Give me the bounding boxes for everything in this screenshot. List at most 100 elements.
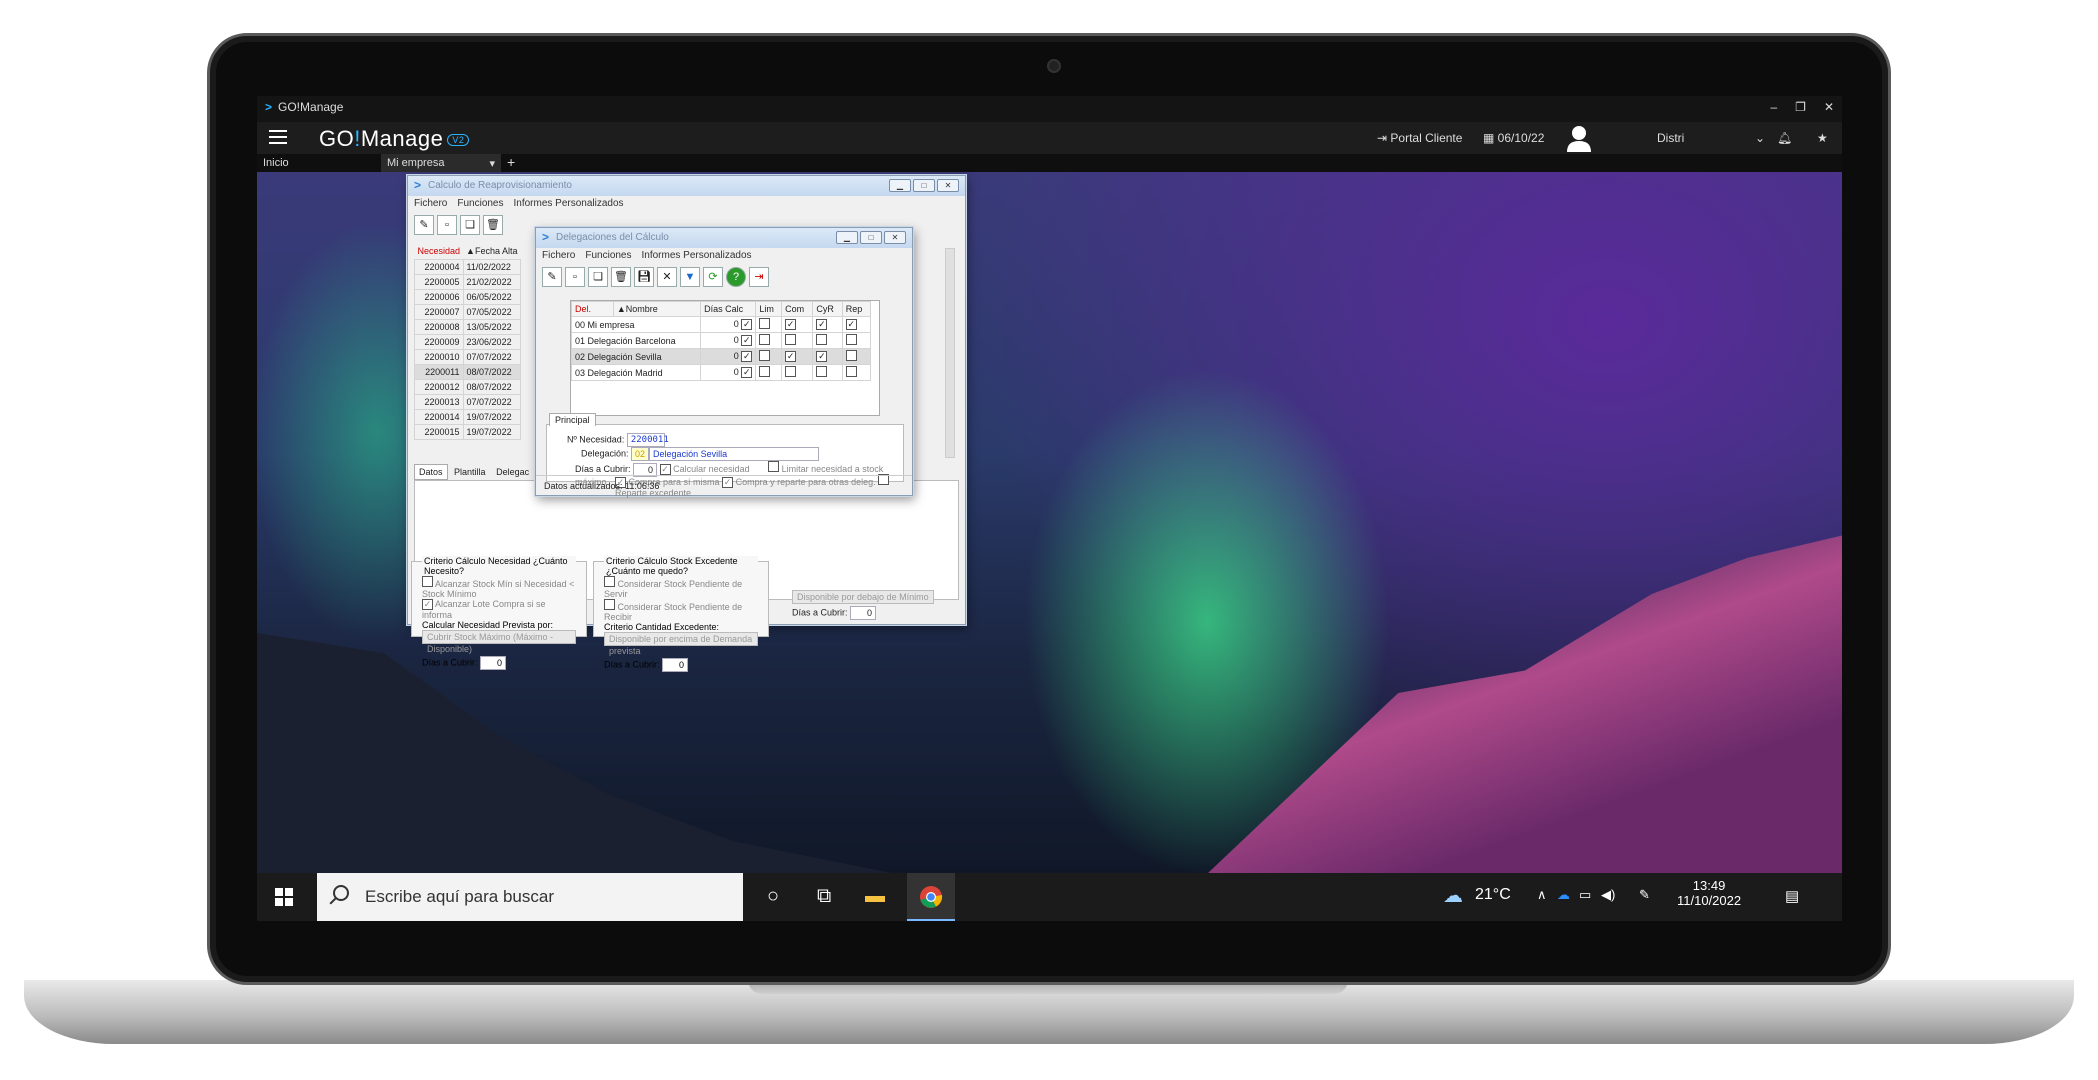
table-row: 00 Mi empresa 0 ✓ ✓ ✓ ✓ — [570, 316, 872, 333]
search-icon — [333, 885, 349, 901]
table-row: 2200007 07/05/2022 — [414, 303, 521, 320]
app-title-bar: > GO!Manage – ❐ ✕ — [257, 96, 1842, 122]
table-row: 2200013 07/07/2022 — [414, 393, 521, 410]
edit-icon[interactable]: ✎ — [414, 215, 434, 235]
grupo-necesidad: Criterio Cálculo Necesidad ¿Cuánto Neces… — [411, 556, 587, 670]
user-avatar-icon[interactable] — [1565, 124, 1593, 152]
tab-datos[interactable]: Datos — [414, 464, 448, 480]
app-header: GO!Manage V2 ⇥ Portal Cliente ▦ 06/10/22 … — [257, 122, 1842, 154]
col-fecha[interactable]: ▲Fecha Alta — [463, 244, 520, 259]
col-nombre[interactable]: ▲Nombre — [612, 301, 702, 317]
tab-inicio[interactable]: Inicio — [257, 154, 381, 172]
weather-cloud-icon[interactable]: ☁ — [1443, 883, 1463, 908]
table-row: 2200006 06/05/2022 — [414, 288, 521, 305]
refresh-icon[interactable]: ⟳ — [703, 267, 723, 287]
table-row: 2200011 08/07/2022 — [414, 363, 521, 380]
top-combo[interactable]: Disponible por debajo de Mínimo — [792, 590, 934, 604]
taskbar-search-input[interactable]: Escribe aquí para buscar — [317, 873, 743, 921]
col-com[interactable]: Com — [781, 301, 814, 317]
window-title: > Delegaciones del Cálculo ▁ □ ✕ — [536, 228, 912, 248]
chrome-taskbar-button[interactable] — [907, 873, 955, 921]
chevron-up-icon[interactable]: ∧ — [1537, 887, 1547, 903]
window-buttons: ▁ □ ✕ — [887, 179, 959, 192]
col-necesidad[interactable]: Necesidad — [415, 244, 464, 259]
scrollbar[interactable] — [945, 248, 955, 458]
menu-icon[interactable] — [269, 130, 287, 144]
taskbar: Escribe aquí para buscar ○ ⧉ ▬ ☁ 21°C ∧ … — [257, 873, 1842, 921]
minimize-button[interactable]: – — [1770, 100, 1777, 114]
bell-icon[interactable]: 🔔︎ — [1777, 131, 1792, 145]
menu-informes[interactable]: Informes Personalizados — [642, 250, 752, 261]
new-icon[interactable]: ▫ — [565, 267, 585, 287]
edit-icon[interactable]: ✎ — [542, 267, 562, 287]
col-lim[interactable]: Lim — [755, 301, 783, 317]
minimize-button[interactable]: ▁ — [836, 231, 858, 244]
menu-fichero[interactable]: Fichero — [542, 250, 575, 261]
network-icon[interactable]: ▭ — [1579, 887, 1591, 903]
window-title: > Calculo de Reaprovisionamiento ▁ □ ✕ — [408, 176, 965, 196]
tab-principal[interactable]: Principal — [549, 413, 596, 426]
volume-icon[interactable]: ◀) — [1601, 887, 1615, 903]
close-button[interactable]: ✕ — [1824, 100, 1834, 114]
col-del[interactable]: Del. — [571, 301, 614, 317]
delete-icon[interactable]: 🗑︎ — [483, 215, 503, 235]
pen-icon[interactable]: ✎ — [1639, 887, 1650, 903]
grupo-excedente: Criterio Cálculo Stock Excedente ¿Cuánto… — [593, 556, 769, 672]
menu-funciones[interactable]: Funciones — [585, 250, 631, 261]
col-rep[interactable]: Rep — [841, 301, 872, 317]
filter-icon[interactable]: ▼ — [680, 267, 700, 287]
exit-icon[interactable]: ⇥ — [749, 267, 769, 287]
maximize-button[interactable]: □ — [860, 231, 882, 244]
menu-fichero[interactable]: Fichero — [414, 198, 447, 209]
windows-start-icon[interactable] — [275, 888, 293, 906]
cancel-icon[interactable]: ✕ — [657, 267, 677, 287]
delete-icon[interactable]: 🗑︎ — [611, 267, 631, 287]
temperature[interactable]: 21°C — [1475, 886, 1511, 904]
clock[interactable]: 13:49 11/10/2022 — [1677, 878, 1741, 908]
tab-delegaciones[interactable]: Delegac — [492, 465, 533, 479]
task-view-icon[interactable]: ⧉ — [817, 885, 831, 908]
portal-cliente-link[interactable]: ⇥ Portal Cliente — [1377, 131, 1462, 145]
minimize-button[interactable]: ▁ — [889, 179, 911, 192]
tab-mi-empresa[interactable]: Mi empresa ▾ — [381, 154, 501, 172]
help-icon[interactable]: ? — [726, 267, 746, 287]
copy-icon[interactable]: ❏ — [460, 215, 480, 235]
table-row: 2200004 11/02/2022 — [414, 258, 521, 275]
chevron-down-icon[interactable]: ⌄ — [1755, 131, 1765, 145]
onedrive-icon[interactable]: ☁ — [1557, 887, 1570, 903]
date-display: ▦ 06/10/22 — [1483, 131, 1545, 145]
col-dias-calc[interactable]: Días Calc — [700, 301, 757, 317]
menu-bar: Fichero Funciones Informes Personalizados — [536, 248, 912, 264]
chrome-icon — [920, 886, 943, 908]
close-button[interactable]: ✕ — [884, 231, 906, 244]
menu-bar: Fichero Funciones Informes Personalizados — [408, 196, 965, 212]
star-icon[interactable]: ★ — [1817, 131, 1828, 145]
table-row: 2200009 23/06/2022 — [414, 333, 521, 350]
necesidad-input[interactable]: 2200011 — [626, 433, 669, 447]
chevron-icon: > — [265, 100, 273, 114]
app-logo: GO!Manage V2 — [319, 126, 470, 152]
close-button[interactable]: ✕ — [937, 179, 959, 192]
menu-funciones[interactable]: Funciones — [457, 198, 503, 209]
col-cyr[interactable]: CyR — [812, 301, 843, 317]
user-name[interactable]: Distri — [1657, 131, 1684, 145]
copy-icon[interactable]: ❏ — [588, 267, 608, 287]
notifications-icon[interactable]: ▤ — [1785, 887, 1799, 905]
delegacion-code-input[interactable]: 02 — [631, 447, 650, 461]
new-icon[interactable]: ▫ — [437, 215, 457, 235]
maximize-button[interactable]: ❐ — [1795, 100, 1806, 114]
camera-icon — [1047, 59, 1061, 73]
table-row: 02 Delegación Sevilla 0 ✓ ✓ ✓ — [570, 348, 872, 365]
maximize-button[interactable]: □ — [913, 179, 935, 192]
cortana-icon[interactable]: ○ — [767, 885, 779, 908]
tab-plantilla[interactable]: Plantilla — [450, 465, 490, 479]
file-explorer-icon[interactable]: ▬ — [865, 885, 885, 908]
table-row: 2200008 13/05/2022 — [414, 318, 521, 335]
save-icon[interactable]: 💾︎ — [634, 267, 654, 287]
table-row: 2200014 19/07/2022 — [414, 408, 521, 425]
principal-panel: Principal Nº Necesidad: 2200011 Delegaci… — [546, 413, 904, 498]
delegaciones-table: Del. ▲Nombre Días Calc Lim Com CyR Rep 0… — [570, 301, 872, 381]
add-tab-button[interactable]: + — [501, 154, 521, 172]
menu-informes[interactable]: Informes Personalizados — [514, 198, 624, 209]
app-title: > GO!Manage — [265, 100, 344, 114]
